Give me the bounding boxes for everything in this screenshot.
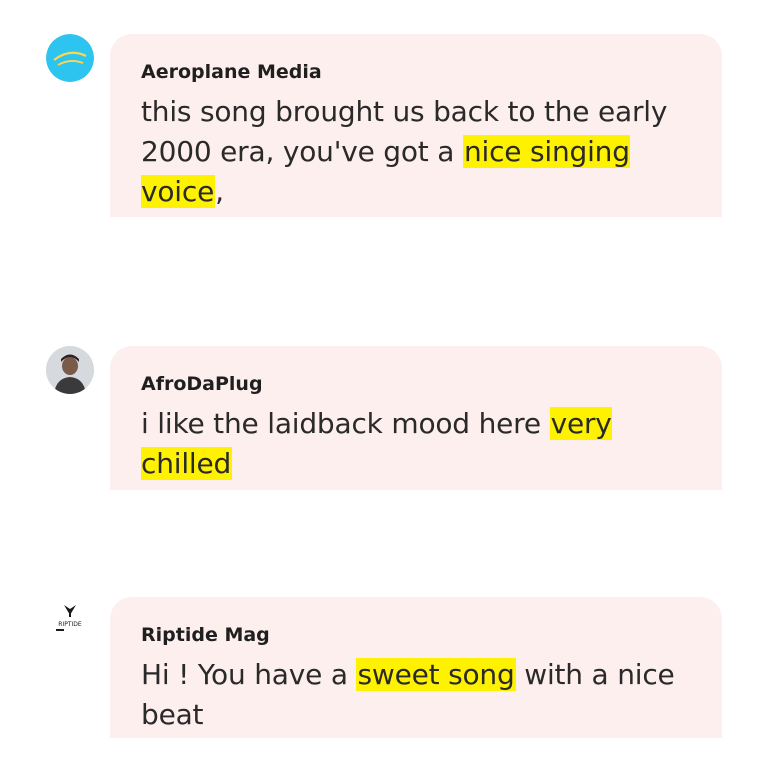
comment-author[interactable]: Riptide Mag [141,623,692,647]
comment-text-before: Hi ! You have a [141,658,357,691]
comment-bubble: AfroDaPlug i like the laidback mood here… [110,346,722,490]
avatar[interactable] [46,34,94,82]
riptide-logo-icon: RIPTIDE [46,597,94,645]
avatar[interactable] [46,346,94,394]
comments-feed: Aeroplane Media this song brought us bac… [0,0,768,768]
comment-bubble: Riptide Mag Hi ! You have a sweet song w… [110,597,722,738]
user-photo-icon [46,346,94,394]
comment-text: i like the laidback mood here very chill… [141,404,692,484]
comment-author[interactable]: AfroDaPlug [141,372,692,396]
comment-text: Hi ! You have a sweet song with a nice b… [141,655,692,735]
comment-text-before: i like the laidback mood here [141,407,550,440]
comment-text-after: , [215,175,224,208]
comment-bubble: Aeroplane Media this song brought us bac… [110,34,722,217]
comment-author[interactable]: Aeroplane Media [141,60,692,84]
avatar[interactable]: RIPTIDE [46,597,94,645]
comment-highlight: sweet song [356,658,516,691]
riptide-logo-text: RIPTIDE [58,621,82,628]
comment-text: this song brought us back to the early 2… [141,92,692,212]
aeroplane-media-logo-icon [46,34,94,82]
